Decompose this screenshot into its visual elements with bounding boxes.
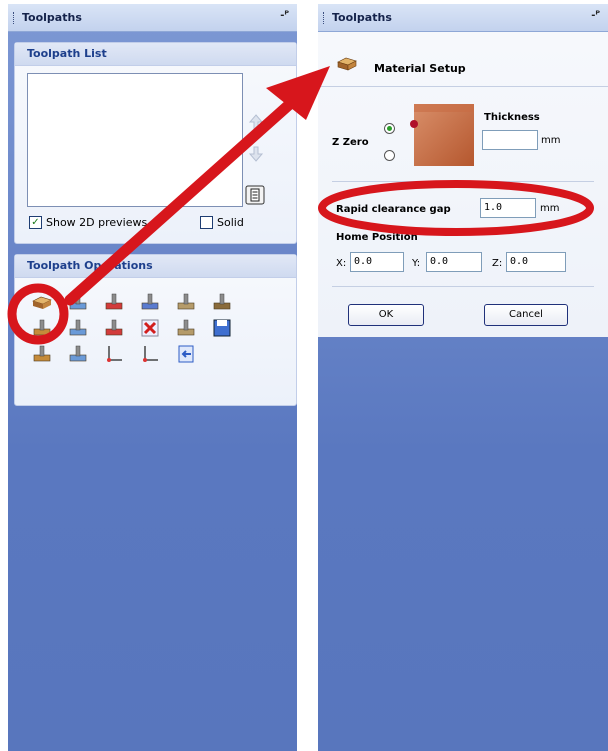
toolpath-operations-group: Toolpath Operations [14,254,297,406]
z-label: Z: [492,258,503,269]
texture-toolpath-icon[interactable] [211,291,233,313]
toolpath-operations-heading: Toolpath Operations [15,255,296,278]
z-zero-label: Z Zero [332,137,369,148]
divider [332,181,594,182]
left-panel-title: Toolpaths [22,11,82,24]
solid-checkbox[interactable]: Solid [200,216,244,229]
rapid-clearance-label: Rapid clearance gap [336,204,451,215]
drilling-toolpath-icon[interactable] [139,291,161,313]
divider [332,286,594,287]
toolpath-summary-icon[interactable] [245,185,265,205]
calculate-all-icon[interactable] [103,317,125,339]
grip-handle[interactable] [13,11,17,24]
preview-icon[interactable] [67,343,89,365]
fluting-toolpath-icon[interactable] [31,343,53,365]
checkbox-empty-icon [200,216,213,229]
material-setup-form: Material Setup Z Zero Thickness mm Rapid… [318,32,608,337]
solid-label: Solid [217,216,244,229]
time-estimate-icon[interactable] [175,317,197,339]
origin-icon[interactable] [103,343,125,365]
pin-icon[interactable]: -ᴾ [591,10,600,21]
delete-toolpath-icon[interactable] [139,317,161,339]
material-setup-icon[interactable] [31,291,53,313]
z-zero-top-radio[interactable] [384,123,395,134]
toolpath-list-heading: Toolpath List [15,43,296,66]
toolpath-listbox[interactable] [27,73,243,207]
show-2d-preview-checkbox[interactable]: ✓ Show 2D previews [29,216,147,229]
axis-icon[interactable] [139,343,161,365]
checkbox-checked-icon: ✓ [29,216,42,229]
material-setup-icon [337,57,357,71]
ok-button[interactable]: OK [348,304,424,326]
y-label: Y: [412,258,421,269]
move-up-icon[interactable] [247,113,265,131]
right-toolpaths-panel: Toolpaths -ᴾ Material Setup Z Zero Thick… [318,4,608,751]
grip-handle[interactable] [323,11,327,24]
toolpath-list-group: Toolpath List ✓ Show 2D previews Solid [14,42,297,244]
home-position-label: Home Position [336,232,418,243]
divider [318,86,608,87]
save-toolpath-icon[interactable] [211,317,233,339]
home-x-input[interactable]: 0.0 [350,252,404,272]
left-panel-titlebar[interactable]: Toolpaths -ᴾ [8,4,297,32]
pocket-toolpath-icon[interactable] [103,291,125,313]
right-panel-titlebar[interactable]: Toolpaths -ᴾ [318,4,608,32]
thickness-unit: mm [541,135,561,146]
material-setup-heading: Material Setup [374,62,466,75]
move-down-icon[interactable] [247,145,265,163]
z-zero-bottom-radio[interactable] [384,150,395,161]
rapid-clearance-unit: mm [540,203,560,214]
x-label: X: [336,258,347,269]
show-2d-preview-label: Show 2D previews [46,216,148,229]
right-panel-title: Toolpaths [332,11,392,24]
home-y-input[interactable]: 0.0 [426,252,482,272]
left-toolpaths-panel: Toolpaths -ᴾ Toolpath List ✓ Show 2D pre… [8,4,297,751]
home-z-input[interactable]: 0.0 [506,252,566,272]
cancel-button[interactable]: Cancel [484,304,568,326]
profile-toolpath-icon[interactable] [67,291,89,313]
vcarve-toolpath-icon[interactable] [175,291,197,313]
edit-toolpath-icon[interactable] [67,317,89,339]
import-icon[interactable] [175,343,197,365]
material-block-icon [410,104,474,166]
thickness-label: Thickness [484,112,540,123]
pin-icon[interactable]: -ᴾ [280,10,289,21]
chamfer-toolpath-icon[interactable] [31,317,53,339]
rapid-clearance-input[interactable]: 1.0 [480,198,536,218]
thickness-input[interactable] [482,130,538,150]
